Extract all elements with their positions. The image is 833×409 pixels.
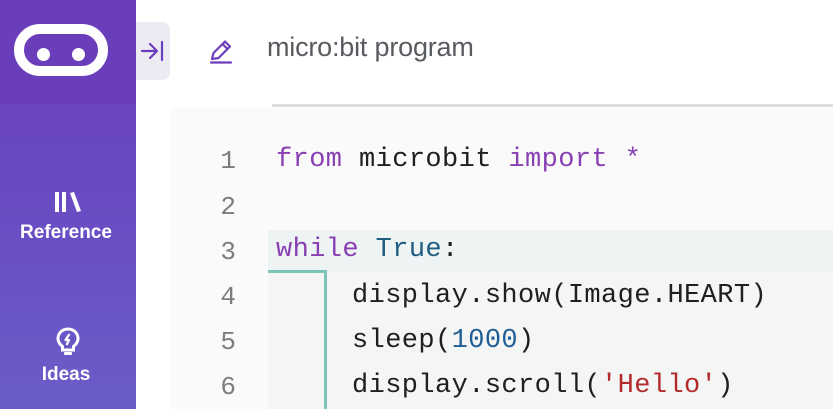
code-line[interactable]: display.scroll('Hello') xyxy=(352,371,734,401)
sidebar-item-label: Reference xyxy=(20,222,112,243)
code-number: 1000 xyxy=(451,326,519,356)
code-operator: * xyxy=(608,145,642,175)
line-number: 2 xyxy=(220,192,236,222)
line-number: 5 xyxy=(220,327,236,357)
line-number: 3 xyxy=(220,237,236,267)
lightbulb-icon xyxy=(56,327,80,355)
code-line[interactable]: display.show(Image.HEART) xyxy=(352,281,767,311)
collapse-sidebar-button[interactable] xyxy=(136,22,170,80)
books-icon xyxy=(55,192,81,212)
sidebar-item-ideas[interactable]: Ideas xyxy=(0,326,136,386)
project-name[interactable]: micro:bit program xyxy=(267,32,474,63)
code-call: sleep( xyxy=(352,326,452,356)
code-punctuation: : xyxy=(442,235,459,265)
header-divider xyxy=(272,104,833,107)
code-line[interactable]: from microbit import * xyxy=(276,145,641,175)
code-keyword: import xyxy=(508,145,609,175)
indent-guide xyxy=(324,270,327,409)
code-line[interactable]: sleep(1000) xyxy=(352,326,535,356)
code-keyword: from xyxy=(276,145,343,175)
microbit-logo-icon[interactable] xyxy=(14,24,108,76)
collapse-arrow-icon xyxy=(140,40,164,62)
code-punctuation: ) xyxy=(717,371,734,401)
indent-guide xyxy=(268,270,326,273)
code-identifier: microbit xyxy=(342,145,509,175)
line-number: 6 xyxy=(220,372,236,402)
code-punctuation: ) xyxy=(518,326,535,356)
sidebar-item-label: Ideas xyxy=(41,364,91,385)
code-call: display.scroll( xyxy=(352,371,602,401)
code-string: 'Hello' xyxy=(601,371,718,401)
code-builtin: True xyxy=(375,235,443,265)
line-number: 4 xyxy=(220,282,236,312)
code-line[interactable]: while True: xyxy=(276,235,459,265)
code-keyword: while xyxy=(276,235,360,265)
pencil-icon[interactable] xyxy=(207,37,235,65)
logo-left-eye xyxy=(37,48,50,61)
line-number: 1 xyxy=(220,146,236,176)
sidebar-item-reference[interactable]: Reference xyxy=(0,188,136,244)
logo-right-eye xyxy=(72,48,85,61)
